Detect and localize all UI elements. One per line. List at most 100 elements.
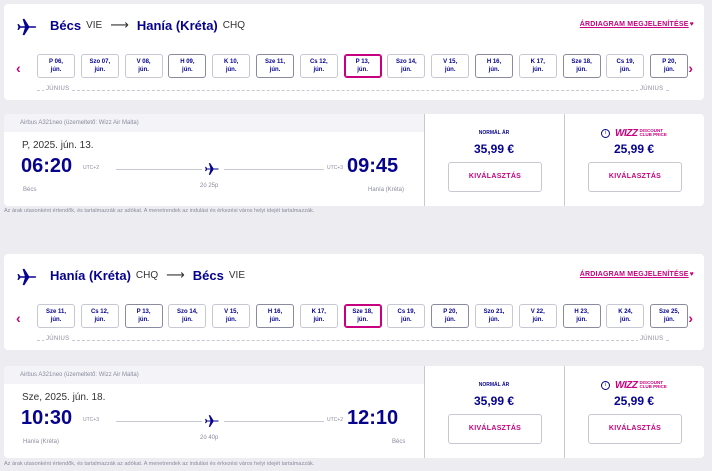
select-club-fare-button[interactable]: KIVÁLASZTÁS (588, 414, 682, 444)
date-option[interactable]: Sze 18, jún. (562, 54, 601, 78)
date-option[interactable]: K 17, jún. (518, 54, 557, 78)
date-option[interactable]: Cs 19, jún. (387, 304, 426, 328)
chevron-left-icon[interactable]: ‹ (16, 310, 21, 326)
date-day: P 06, (49, 59, 63, 65)
price-chart-label[interactable]: ÁRDIAGRAM MEGJELENÍTÉSE (580, 21, 689, 28)
date-option[interactable]: P 13, jún. (124, 304, 163, 328)
discount-club-text: DISCOUNT CLUB PRICE (639, 128, 667, 137)
date-option[interactable]: Cs 19, jún. (606, 54, 645, 78)
wizz-logo-word: WIZZ (615, 127, 638, 139)
route-line (116, 169, 202, 170)
date-option[interactable]: Sze 11, jún. (256, 54, 294, 78)
date-option[interactable]: Szo 21, jún. (475, 304, 513, 328)
departure-city: Hanía (Kréta) (23, 439, 60, 445)
select-normal-fare-button[interactable]: KIVÁLASZTÁS (448, 162, 542, 192)
month-label-left: JÚNIUS (44, 86, 72, 92)
select-club-fare-button[interactable]: KIVÁLASZTÁS (588, 162, 682, 192)
date-option[interactable]: H 16, jún. (475, 54, 513, 78)
departure-timezone: UTC+3 (83, 417, 99, 423)
arrival-time: 12:10 (347, 407, 399, 429)
club-price-text: CLUB PRICE (639, 384, 667, 389)
month-label-right: JÚNIUS (638, 86, 666, 92)
date-day: Szo 14, (396, 59, 417, 65)
club-fare-price: 25,99 € (613, 142, 655, 156)
normal-fare-price: 35,99 € (473, 394, 515, 408)
date-day: Sze 11, (45, 309, 66, 315)
date-option[interactable]: H 09, jún. (168, 54, 207, 78)
date-month: jún. (620, 67, 631, 73)
date-day: Cs 12, (90, 309, 109, 315)
date-day: P 20, (662, 59, 677, 65)
route-line (116, 421, 202, 422)
date-month: jún. (401, 317, 412, 323)
arrow-right-icon: ⟶ (110, 17, 129, 32)
date-day: Cs 12, (309, 59, 328, 65)
wizz-logo-word: WIZZ (615, 379, 638, 391)
date-month: jún. (401, 67, 412, 73)
airplane-icon (205, 163, 219, 175)
chevron-right-icon[interactable]: › (688, 310, 693, 326)
month-divider (37, 90, 669, 92)
date-option[interactable]: P 06, jún. (37, 54, 75, 78)
date-option[interactable]: K 24, jún. (606, 304, 645, 328)
date-option[interactable]: K 17, jún. (299, 304, 338, 328)
date-option[interactable]: V 15, jún. (212, 304, 251, 328)
arrival-city: Hanía (Kréta) (368, 187, 405, 193)
date-option[interactable]: Szo 14, jún. (387, 54, 426, 78)
chevron-left-icon[interactable]: ‹ (16, 60, 21, 76)
date-month: jún. (182, 317, 193, 323)
info-icon[interactable]: i (601, 380, 610, 390)
chevron-right-icon[interactable]: › (688, 60, 693, 76)
date-option[interactable]: Sze 25, jún. (650, 304, 689, 328)
normal-fare-label: NORMÁL ÁR (478, 382, 510, 388)
flight-date: P, 2025. jún. 13. (22, 140, 94, 151)
show-price-chart-link[interactable]: ÁRDIAGRAM MEGJELENÍTÉSE♥ (580, 271, 694, 278)
date-day: V 08, (136, 59, 151, 65)
aircraft-info: Airbus A321neo (üzemeltető: Wizz Air Mal… (20, 372, 139, 378)
date-option-selected[interactable]: P 13, jún. (343, 54, 382, 78)
date-day: Sze 18, (352, 309, 373, 315)
date-option[interactable]: V 22, jún. (518, 304, 557, 328)
date-month: jún. (94, 317, 106, 323)
date-option[interactable]: H 23, jún. (562, 304, 601, 328)
date-month: jún. (94, 67, 106, 73)
flight-duration: 2ó 25p (200, 183, 219, 189)
arrival-timezone: UTC+3 (327, 165, 343, 171)
departure-timezone: UTC+2 (83, 165, 99, 171)
month-divider (37, 340, 669, 342)
date-option[interactable]: Cs 12, jún. (80, 304, 119, 328)
date-day: V 22, (530, 309, 545, 315)
departure-time: 10:30 (21, 407, 73, 429)
date-day: H 09, (180, 59, 195, 65)
month-label-left: JÚNIUS (44, 336, 72, 342)
route-line (224, 169, 324, 170)
club-price-text: CLUB PRICE (639, 132, 667, 137)
date-month: jún. (50, 67, 62, 73)
date-option-selected[interactable]: Sze 18, jún. (343, 304, 382, 328)
route-line (224, 421, 324, 422)
date-month: jún. (488, 67, 500, 73)
date-option[interactable]: Sze 11, jún. (37, 304, 75, 328)
date-option[interactable]: H 16, jún. (256, 304, 294, 328)
price-chart-label[interactable]: ÁRDIAGRAM MEGJELENÍTÉSE (580, 271, 689, 278)
date-option[interactable]: Szo 07, jún. (80, 54, 119, 78)
origin-city: Bécs (50, 17, 82, 33)
show-price-chart-link[interactable]: ÁRDIAGRAM MEGJELENÍTÉSE♥ (580, 21, 694, 28)
date-option[interactable]: V 08, jún. (124, 54, 163, 78)
destination-code: CHQ (222, 19, 245, 31)
date-option[interactable]: Szo 14, jún. (168, 304, 207, 328)
select-normal-fare-button[interactable]: KIVÁLASZTÁS (448, 414, 542, 444)
date-option[interactable]: K 10, jún. (212, 54, 251, 78)
date-option[interactable]: V 15, jún. (431, 54, 470, 78)
date-option[interactable]: Cs 12, jún. (299, 54, 338, 78)
club-fare-price: 25,99 € (613, 394, 655, 408)
date-option[interactable]: P 20, jún. (431, 304, 470, 328)
discount-club-logo: i WIZZ DISCOUNT CLUB PRICE (601, 127, 667, 139)
discount-club-text: DISCOUNT CLUB PRICE (639, 380, 667, 389)
info-icon[interactable]: i (601, 128, 610, 138)
date-option[interactable]: P 20, jún. (650, 54, 689, 78)
date-day: V 15, (224, 309, 239, 315)
date-month: jún. (313, 67, 325, 73)
airplane-icon (17, 18, 37, 36)
date-month: jún. (138, 67, 149, 73)
